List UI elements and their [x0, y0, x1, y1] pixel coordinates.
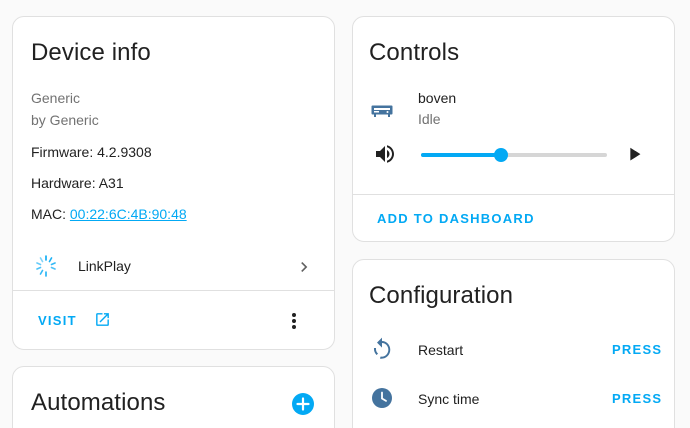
volume-slider-fill	[421, 153, 501, 157]
open-in-new-icon	[96, 313, 109, 326]
firmware-version: Firmware: 4.2.9308	[31, 144, 152, 160]
sync-time-label: Sync time	[418, 391, 480, 407]
mac-label: MAC:	[31, 206, 70, 222]
media-player-row[interactable]: boven Idle	[353, 83, 674, 133]
linkplay-logo-icon	[36, 255, 56, 277]
chevron-right-icon	[301, 262, 308, 272]
add-automation-icon[interactable]	[291, 392, 315, 416]
volume-slider[interactable]	[421, 148, 607, 162]
controls-card: Controls boven Idle ADD TO DASHBOARD	[352, 16, 675, 242]
mac-address-link[interactable]: 00:22:6C:4B:90:48	[70, 206, 187, 222]
restart-press-button[interactable]: PRESS	[612, 342, 662, 357]
automations-card: Automations	[12, 366, 335, 428]
device-model: Generic	[31, 90, 81, 106]
media-player-state: Idle	[418, 111, 441, 127]
volume-slider-thumb[interactable]	[493, 148, 508, 162]
more-vert-icon[interactable]	[282, 309, 306, 333]
device-info-divider	[13, 290, 334, 291]
config-row-restart: Restart PRESS	[353, 332, 674, 366]
automations-title: Automations	[31, 389, 166, 416]
device-info-title: Device info	[31, 39, 151, 66]
mac-address-row: MAC: 00:22:6C:4B:90:48	[31, 206, 187, 222]
media-player-icon	[371, 105, 393, 117]
integration-name: LinkPlay	[78, 258, 131, 274]
controls-title: Controls	[369, 39, 460, 66]
device-info-card: Device info Generic by Generic Firmware:…	[12, 16, 335, 350]
device-manufacturer: by Generic	[31, 112, 99, 128]
play-icon[interactable]	[623, 143, 645, 165]
clock-icon	[372, 388, 392, 408]
volume-icon[interactable]	[373, 142, 397, 166]
configuration-card: Configuration Restart PRESS Sync time PR…	[352, 259, 675, 428]
hardware-version: Hardware: A31	[31, 175, 124, 191]
config-row-sync-time: Sync time PRESS	[353, 381, 674, 415]
media-player-name: boven	[418, 90, 457, 106]
controls-divider	[353, 194, 674, 195]
sync-time-press-button[interactable]: PRESS	[612, 391, 662, 406]
integration-row[interactable]: LinkPlay	[13, 245, 334, 289]
restart-icon	[373, 337, 391, 359]
restart-label: Restart	[418, 342, 464, 358]
visit-label: VISIT	[38, 313, 77, 328]
visit-button[interactable]: VISIT	[29, 302, 119, 336]
add-to-dashboard-button[interactable]: ADD TO DASHBOARD	[377, 211, 535, 226]
configuration-title: Configuration	[369, 282, 514, 309]
